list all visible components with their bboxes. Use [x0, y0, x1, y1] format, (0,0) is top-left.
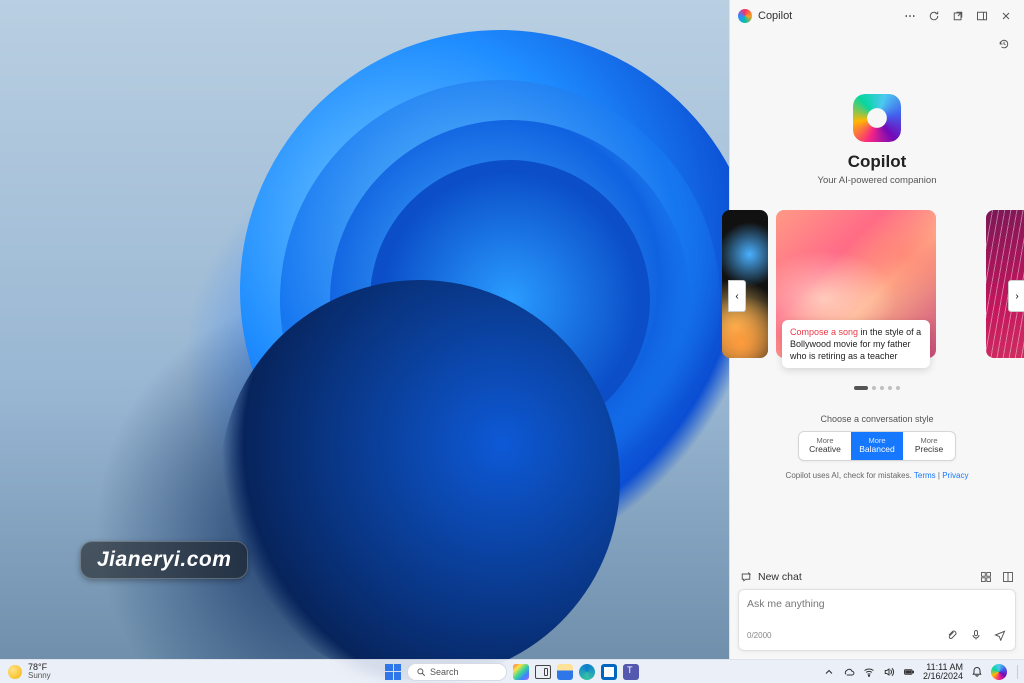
taskbar-app-teams[interactable] — [623, 664, 639, 680]
copilot-panel: Copilot Copilot Your AI-powered companio… — [729, 0, 1024, 659]
taskbar-date: 2/16/2024 — [923, 672, 963, 681]
taskbar-app-widgets[interactable] — [513, 664, 529, 680]
taskbar-app-explorer[interactable] — [557, 664, 573, 680]
carousel-dot[interactable] — [880, 386, 884, 390]
copilot-hero-title: Copilot — [740, 152, 1014, 172]
taskbar-divider — [1017, 665, 1018, 679]
send-button[interactable] — [993, 628, 1007, 642]
terms-link[interactable]: Terms — [914, 471, 936, 480]
battery-icon[interactable] — [903, 666, 915, 678]
copilot-title: Copilot — [758, 10, 792, 22]
carousel-dot[interactable] — [888, 386, 892, 390]
taskbar: 78°F Sunny Search 11:11 AM 2/16/2024 — [0, 659, 1024, 683]
refresh-button[interactable] — [924, 6, 944, 26]
taskbar-app-store[interactable] — [601, 664, 617, 680]
onedrive-icon[interactable] — [843, 666, 855, 678]
privacy-link[interactable]: Privacy — [942, 471, 968, 480]
style-label: Choose a conversation style — [730, 414, 1024, 424]
taskbar-weather[interactable]: 78°F Sunny — [0, 663, 51, 680]
watermark-badge: Jianeryi.com — [80, 541, 248, 579]
new-chat-row: New chat — [740, 571, 1014, 583]
chat-input[interactable]: Ask me anything 0/2000 — [738, 589, 1016, 651]
copilot-hero-subtitle: Your AI-powered companion — [740, 175, 1014, 186]
carousel-prev-button[interactable]: ‹ — [728, 280, 746, 312]
close-button[interactable] — [996, 6, 1016, 26]
chat-placeholder: Ask me anything — [747, 598, 1007, 610]
tray-chevron-icon[interactable] — [823, 666, 835, 678]
taskbar-taskview[interactable] — [535, 665, 551, 679]
taskbar-tray: 11:11 AM 2/16/2024 — [823, 663, 1024, 681]
panel-view-icon[interactable] — [1002, 571, 1014, 583]
search-label: Search — [430, 667, 459, 677]
wifi-icon[interactable] — [863, 666, 875, 678]
copilot-bottom: New chat Ask me anything 0/2000 — [730, 559, 1024, 659]
suggestion-caption[interactable]: Compose a song in the style of a Bollywo… — [782, 320, 930, 368]
weather-sun-icon — [8, 665, 22, 679]
style-segmented-control: MoreCreative MoreBalanced MorePrecise — [798, 431, 956, 461]
mic-button[interactable] — [969, 628, 983, 642]
grid-view-icon[interactable] — [980, 571, 992, 583]
taskbar-clock[interactable]: 11:11 AM 2/16/2024 — [923, 663, 963, 681]
open-external-button[interactable] — [948, 6, 968, 26]
attach-button[interactable] — [945, 628, 959, 642]
new-chat-icon — [740, 571, 752, 583]
taskbar-search[interactable]: Search — [407, 663, 507, 681]
style-creative-button[interactable]: MoreCreative — [799, 432, 851, 460]
carousel-next-button[interactable]: › — [1008, 280, 1024, 312]
copilot-hero-logo-icon — [853, 94, 901, 142]
carousel-dots — [730, 386, 1024, 390]
taskbar-app-edge[interactable] — [579, 664, 595, 680]
history-row — [730, 32, 1024, 54]
history-button[interactable] — [994, 34, 1014, 54]
suggestion-carousel: Compose a song in the style of a Bollywo… — [730, 210, 1024, 390]
more-options-button[interactable] — [900, 6, 920, 26]
style-balanced-button[interactable]: MoreBalanced — [851, 432, 903, 460]
wallpaper-rose — [160, 0, 760, 660]
dock-button[interactable] — [972, 6, 992, 26]
notifications-icon[interactable] — [971, 666, 983, 678]
desktop-wallpaper: Jianeryi.com — [0, 0, 729, 659]
weather-cond: Sunny — [28, 672, 51, 680]
copilot-logo-icon — [738, 9, 752, 23]
conversation-style: Choose a conversation style MoreCreative… — [730, 414, 1024, 480]
taskbar-copilot-button[interactable] — [991, 664, 1007, 680]
carousel-dot-active[interactable] — [854, 386, 868, 390]
suggestion-highlight: Compose a song — [790, 327, 858, 337]
char-count: 0/2000 — [747, 631, 771, 640]
start-button[interactable] — [385, 664, 401, 680]
search-icon — [416, 667, 426, 677]
copilot-hero: Copilot Your AI-powered companion — [730, 54, 1024, 204]
taskbar-center: Search — [385, 663, 639, 681]
volume-icon[interactable] — [883, 666, 895, 678]
copilot-titlebar: Copilot — [730, 0, 1024, 32]
carousel-dot[interactable] — [872, 386, 876, 390]
new-chat-label[interactable]: New chat — [758, 571, 802, 583]
disclaimer: Copilot uses AI, check for mistakes. Ter… — [730, 471, 1024, 480]
style-precise-button[interactable]: MorePrecise — [903, 432, 955, 460]
carousel-dot[interactable] — [896, 386, 900, 390]
